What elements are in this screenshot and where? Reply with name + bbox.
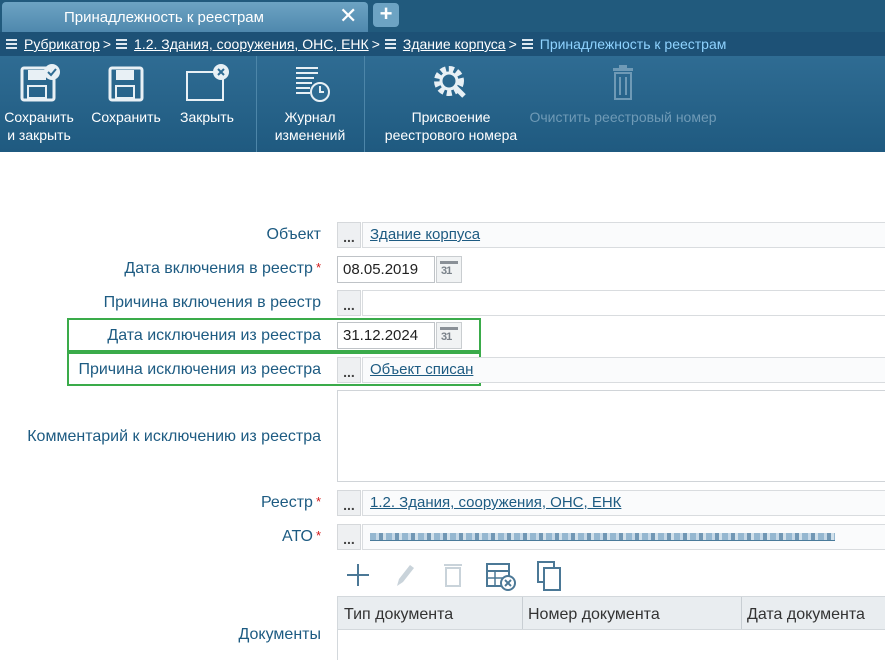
inclusion-reason-select-button[interactable]: ... (337, 290, 361, 316)
clear-registry-number-button[interactable]: Очистить реестровый номер (528, 56, 718, 152)
toolbar: Сохранить и закрыть Сохранить Закрыть Жу (0, 56, 885, 152)
object-field: Здание корпуса (362, 222, 885, 248)
card-icon (521, 38, 533, 50)
document-icon (116, 38, 128, 50)
save-label: Сохранить (91, 109, 161, 125)
trash-icon (613, 65, 633, 100)
breadcrumb-current-label: Принадлежность к реестрам (539, 36, 727, 52)
gear-search-icon (434, 66, 466, 98)
registry-select-button[interactable]: ... (337, 490, 361, 516)
registry-label: Реестр * (260, 494, 321, 511)
tab-registry-membership[interactable]: Принадлежность к реестрам ✕ (2, 2, 368, 32)
ato-redacted-value (370, 533, 835, 541)
inclusion-reason-label: Причина включения в реестр (103, 294, 321, 311)
documents-label: Документы (238, 626, 321, 643)
assign-registry-number-button[interactable]: Присвоение реестрового номера (378, 56, 524, 152)
column-header-doc-type[interactable]: Тип документа (344, 606, 453, 624)
breadcrumb-item-current: Принадлежность к реестрам (521, 36, 727, 52)
calendar-icon[interactable]: 31 (436, 322, 462, 349)
close-label: Закрыть (180, 109, 234, 125)
ato-select-button[interactable]: ... (337, 524, 361, 550)
object-select-button[interactable]: ... (337, 222, 361, 248)
clear-registry-number-label: Очистить реестровый номер (529, 109, 717, 125)
add-tab-button[interactable]: + (373, 3, 399, 27)
close-icon[interactable]: ✕ (339, 5, 357, 27)
exclusion-comment-textarea[interactable] (337, 390, 885, 482)
column-divider[interactable] (522, 597, 523, 629)
breadcrumb-link[interactable]: Рубрикатор (24, 36, 100, 52)
toolbar-divider (364, 56, 365, 152)
exclusion-comment-label: Комментарий к исключению из реестра (27, 428, 321, 445)
breadcrumb-item-building[interactable]: Здание корпуса > (384, 36, 522, 52)
close-window-icon (186, 64, 229, 101)
documents-table-header: Тип документа Номер документа Дата докум… (337, 596, 885, 630)
breadcrumb-item-registry[interactable]: 1.2. Здания, сооружения, ОНС, ЕНК > (116, 36, 385, 52)
breadcrumb: Рубрикатор > 1.2. Здания, сооружения, ОН… (0, 32, 885, 56)
tab-bar: Принадлежность к реестрам ✕ + (0, 0, 885, 32)
column-divider[interactable] (741, 597, 742, 629)
registry-link[interactable]: 1.2. Здания, сооружения, ОНС, ЕНК (370, 494, 621, 511)
save-and-close-label: Сохранить и закрыть (4, 109, 74, 143)
add-icon[interactable] (345, 560, 371, 590)
save-button[interactable]: Сохранить (86, 56, 166, 152)
tab-title: Принадлежность к реестрам (64, 9, 264, 26)
object-label: Объект (266, 226, 321, 243)
edit-icon[interactable] (391, 560, 417, 590)
documents-table-body (337, 630, 885, 660)
registry-field: 1.2. Здания, сооружения, ОНС, ЕНК (362, 490, 885, 516)
exclusion-reason-label: Причина исключения из реестра (78, 361, 321, 378)
exclusion-reason-select-button[interactable]: ... (337, 357, 361, 383)
ato-label: АТО * (282, 528, 321, 545)
exclusion-reason-field: Объект списан (362, 357, 885, 383)
save-icon (108, 66, 144, 102)
change-log-button[interactable]: Журнал изменений (264, 56, 356, 152)
inclusion-date-label: Дата включения в реестр * (124, 260, 321, 277)
breadcrumb-separator: > (508, 36, 517, 52)
inclusion-reason-field[interactable] (362, 290, 885, 316)
exclusion-date-input[interactable]: 31.12.2024 (337, 322, 435, 349)
table-settings-icon[interactable] (485, 560, 517, 592)
column-header-doc-date[interactable]: Дата документа (747, 606, 865, 624)
card-icon (384, 38, 396, 50)
save-check-icon (20, 64, 60, 102)
breadcrumb-separator: > (371, 36, 380, 52)
breadcrumb-link[interactable]: Здание корпуса (403, 36, 506, 52)
list-icon (6, 38, 17, 50)
calendar-icon[interactable]: 31 (436, 256, 462, 283)
save-and-close-button[interactable]: Сохранить и закрыть (0, 56, 78, 152)
column-header-doc-number[interactable]: Номер документа (528, 606, 660, 624)
assign-registry-number-label: Присвоение реестрового номера (384, 109, 518, 143)
breadcrumb-separator: > (102, 36, 112, 52)
breadcrumb-item-rubricator[interactable]: Рубрикатор > (6, 36, 116, 52)
close-button[interactable]: Закрыть (170, 56, 244, 152)
inclusion-date-input[interactable]: 08.05.2019 (337, 256, 435, 283)
toolbar-divider (256, 56, 257, 152)
delete-icon[interactable] (441, 560, 465, 590)
breadcrumb-link[interactable]: 1.2. Здания, сооружения, ОНС, ЕНК (134, 36, 369, 52)
change-log-label: Журнал изменений (274, 109, 346, 143)
copy-icon[interactable] (535, 560, 563, 592)
ato-field (362, 524, 885, 550)
journal-icon (296, 67, 330, 102)
exclusion-reason-link[interactable]: Объект списан (370, 361, 473, 378)
exclusion-date-label: Дата исключения из реестра (107, 327, 321, 344)
object-link[interactable]: Здание корпуса (370, 226, 480, 243)
